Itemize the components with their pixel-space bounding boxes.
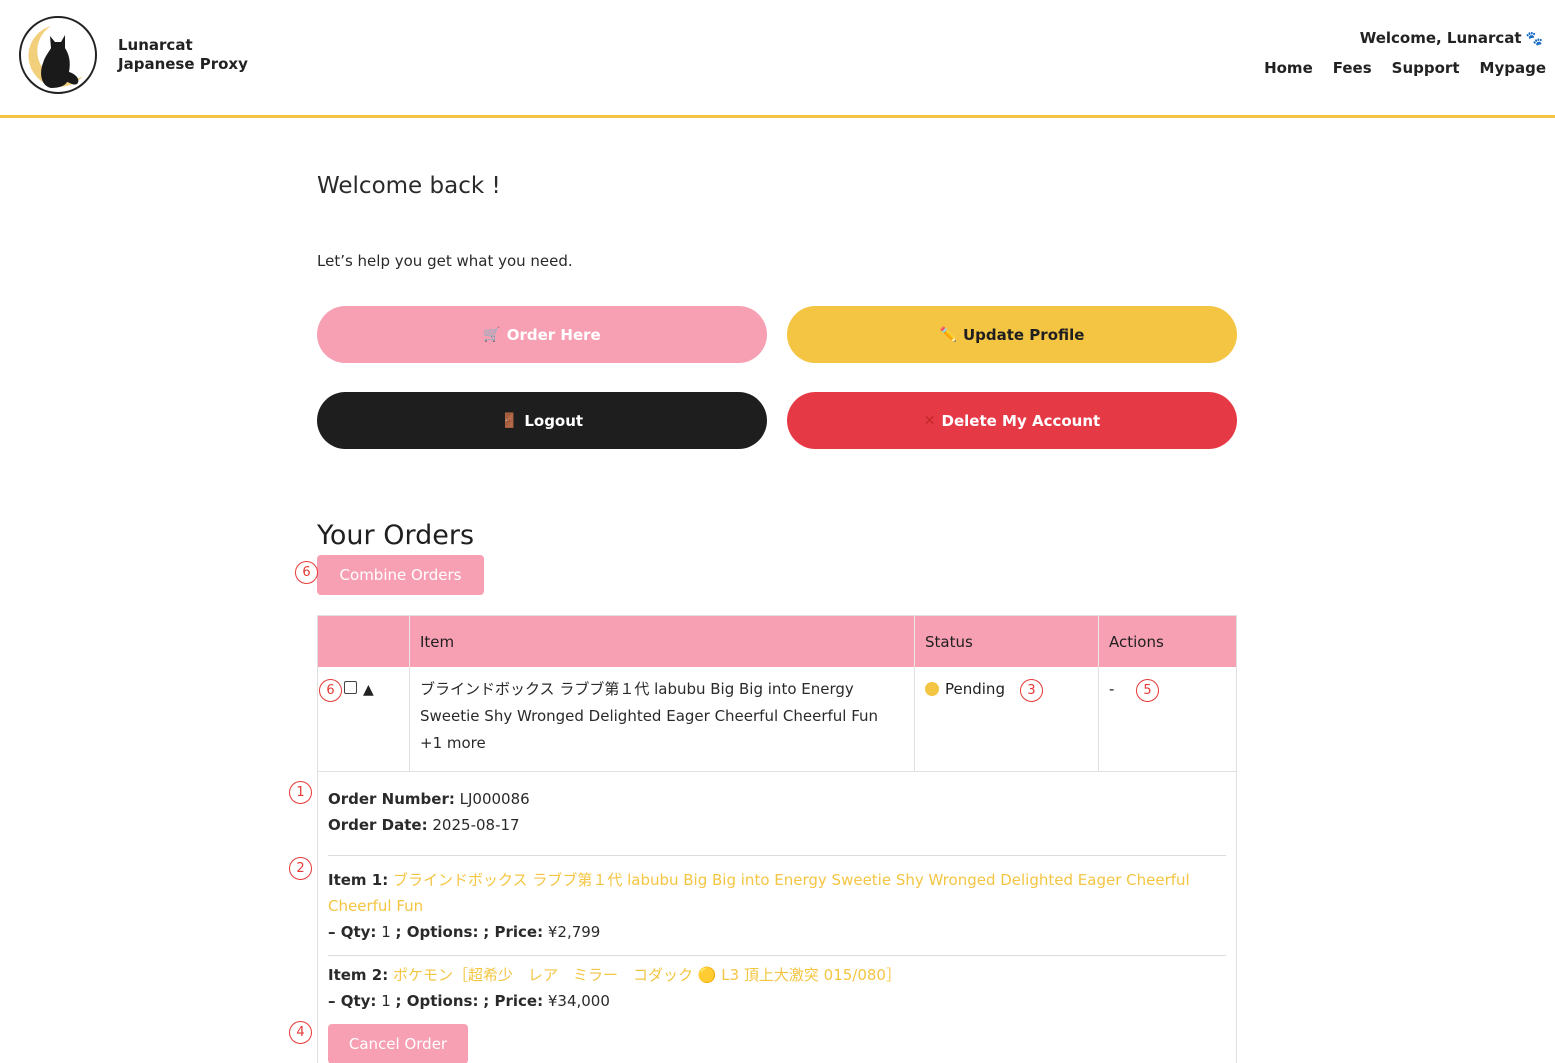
item-1-qty-label: – Qty:: [328, 923, 377, 941]
welcome-text: Welcome, Lunarcat: [1359, 29, 1522, 47]
order-date-line: Order Date: 2025-08-17: [328, 812, 1226, 838]
item-2-link[interactable]: ポケモン［超希少 レア ミラー コダック 🟡 L3 頂上大激突 015/080］: [393, 966, 901, 984]
header-status: Status: [915, 616, 1099, 667]
detail-item-1: Item 1: ブラインドボックス ラブブ第１代 labubu Big Big …: [328, 867, 1226, 919]
order-date: 2025-08-17: [432, 816, 520, 834]
delete-account-label: Delete My Account: [941, 411, 1101, 430]
nav-home[interactable]: Home: [1264, 59, 1313, 77]
order-here-button[interactable]: 🛒 Order Here: [317, 306, 767, 363]
item-2-price-label: ; Price:: [483, 992, 544, 1010]
item-2-label: Item 2:: [328, 966, 389, 984]
page-title: Welcome back !: [317, 173, 501, 199]
cat-moon-logo-icon: [28, 26, 83, 88]
expand-toggle-icon[interactable]: ▲: [363, 682, 374, 698]
item-2-price: ¥34,000: [547, 992, 610, 1010]
order-here-label: Order Here: [506, 325, 601, 344]
update-profile-label: Update Profile: [962, 325, 1085, 344]
order-checkbox[interactable]: [344, 681, 357, 694]
logout-label: Logout: [524, 411, 584, 430]
nav-mypage[interactable]: Mypage: [1480, 59, 1546, 77]
nav-fees[interactable]: Fees: [1333, 59, 1372, 77]
item-1-price-label: ; Price:: [483, 923, 544, 941]
annotation-marker: 6: [319, 679, 342, 702]
pencil-icon: ✏️: [939, 326, 957, 343]
brand-line1: Lunarcat: [118, 36, 193, 54]
cart-icon: 🛒: [483, 326, 501, 343]
item-2-meta: – Qty: 1 ; Options: ; Price: ¥34,000: [328, 988, 1226, 1014]
nav-support[interactable]: Support: [1392, 59, 1460, 77]
delete-account-button[interactable]: ✕ Delete My Account: [787, 392, 1237, 449]
item-1-qty: 1: [381, 923, 391, 941]
orders-title: Your Orders: [317, 520, 475, 551]
order-item-name: ブラインドボックス ラブブ第１代 labubu Big Big into Ene…: [420, 680, 879, 752]
annotation-marker: 4: [289, 1021, 312, 1044]
welcome-user: Welcome, Lunarcat 🐾: [1360, 29, 1543, 47]
divider: [328, 955, 1226, 956]
annotation-marker: 6: [295, 561, 318, 584]
cross-icon: ✕: [923, 412, 936, 429]
site-header: Lunarcat Japanese Proxy Welcome, Lunarca…: [0, 0, 1555, 118]
order-number-line: Order Number: LJ000086: [328, 786, 1226, 812]
item-1-meta: – Qty: 1 ; Options: ; Price: ¥2,799: [328, 919, 1226, 945]
page-subtitle: Let’s help you get what you need.: [317, 252, 573, 270]
order-date-label: Order Date:: [328, 816, 428, 834]
update-profile-button[interactable]: ✏️ Update Profile: [787, 306, 1237, 363]
item-2-qty: 1: [381, 992, 391, 1010]
actions-value: -: [1109, 680, 1115, 698]
item-1-link[interactable]: ブラインドボックス ラブブ第１代 labubu Big Big into Ene…: [328, 871, 1190, 915]
item-2-options-label: ; Options:: [395, 992, 479, 1010]
paw-icon: 🐾: [1525, 31, 1543, 47]
status-dot-icon: [925, 682, 939, 696]
status-badge: Pending: [945, 680, 1005, 698]
item-1-options-label: ; Options:: [395, 923, 479, 941]
annotation-marker: 2: [289, 857, 312, 880]
order-number: LJ000086: [459, 790, 530, 808]
table-row: ▲ ブラインドボックス ラブブ第１代 labubu Big Big into E…: [318, 667, 1236, 772]
item-1-label: Item 1:: [328, 871, 389, 889]
brand-line2: Japanese Proxy: [118, 55, 248, 73]
status-cell: Pending: [915, 667, 1099, 771]
annotation-marker: 5: [1136, 679, 1159, 702]
annotation-marker: 1: [289, 781, 312, 804]
orders-table: Item Status Actions ▲ ブラインドボックス ラブブ第１代 l…: [317, 615, 1237, 1063]
main-nav: Home Fees Support Mypage: [1264, 59, 1546, 77]
cancel-order-button[interactable]: Cancel Order: [328, 1024, 468, 1063]
order-details: Order Number: LJ000086 Order Date: 2025-…: [318, 772, 1236, 1063]
item-1-price: ¥2,799: [547, 923, 601, 941]
header-item: Item: [410, 616, 915, 667]
table-header: Item Status Actions: [318, 616, 1236, 667]
annotation-marker: 3: [1020, 679, 1043, 702]
header-select: [318, 616, 410, 667]
header-actions: Actions: [1109, 632, 1164, 651]
combine-orders-button[interactable]: Combine Orders: [317, 555, 484, 595]
item-cell: ブラインドボックス ラブブ第１代 labubu Big Big into Ene…: [410, 667, 915, 771]
detail-item-2: Item 2: ポケモン［超希少 レア ミラー コダック 🟡 L3 頂上大激突 …: [328, 962, 1226, 988]
actions-cell: -: [1099, 667, 1236, 771]
logo[interactable]: [19, 16, 97, 94]
door-icon: 🚪: [500, 412, 519, 429]
item-2-qty-label: – Qty:: [328, 992, 377, 1010]
divider: [328, 855, 1226, 856]
order-number-label: Order Number:: [328, 790, 455, 808]
logout-button[interactable]: 🚪 Logout: [317, 392, 767, 449]
brand-name[interactable]: Lunarcat Japanese Proxy: [118, 36, 248, 74]
